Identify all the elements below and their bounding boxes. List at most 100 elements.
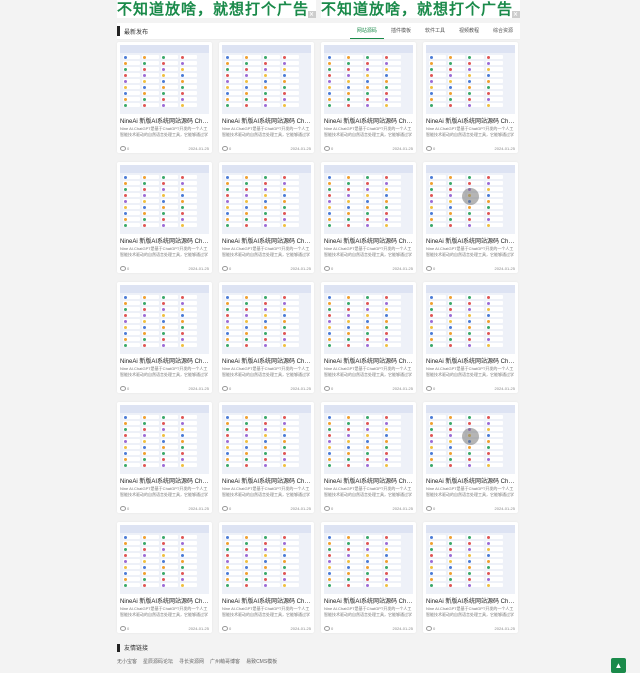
post-card[interactable]: NineAi 新版AI系统网站源码 ChatGPTNine AI.ChatGPT… — [117, 42, 212, 153]
thumbnail-dot — [226, 415, 229, 419]
post-thumbnail[interactable] — [120, 165, 209, 234]
thumbnail-dot — [283, 421, 286, 425]
post-card[interactable]: NineAi 新版AI系统网站源码 ChatGPTNine AI.ChatGPT… — [423, 42, 518, 153]
friend-link[interactable]: 易致CMS模板 — [246, 658, 277, 665]
play-icon[interactable] — [462, 428, 479, 445]
post-thumbnail[interactable] — [426, 525, 515, 594]
post-thumbnail[interactable] — [426, 405, 515, 474]
thumbnail-cell — [161, 181, 178, 185]
thumbnail-dot — [264, 463, 267, 467]
ad-banner[interactable]: 不知道放啥，就想打个广告 × — [117, 0, 316, 18]
view-count-value: 0 — [229, 386, 232, 391]
thumbnail-cell — [448, 559, 465, 563]
post-thumbnail[interactable] — [324, 405, 413, 474]
post-card[interactable]: NineAi 新版AI系统网站源码 ChatGPTNine AI.ChatGPT… — [321, 282, 416, 393]
post-title[interactable]: NineAi 新版AI系统网站源码 ChatGPT — [120, 356, 209, 365]
post-thumbnail[interactable] — [120, 525, 209, 594]
post-card[interactable]: NineAi 新版AI系统网站源码 ChatGPTNine AI.ChatGPT… — [219, 282, 314, 393]
thumbnail-dot — [487, 91, 490, 95]
post-card[interactable]: NineAi 新版AI系统网站源码 ChatGPTNine AI.ChatGPT… — [423, 282, 518, 393]
post-title[interactable]: NineAi 新版AI系统网站源码 ChatGPT — [120, 476, 209, 485]
thumbnail-dot — [347, 313, 350, 317]
post-title[interactable]: NineAi 新版AI系统网站源码 ChatGPT — [426, 236, 515, 245]
post-title[interactable]: NineAi 新版AI系统网站源码 ChatGPT — [324, 476, 413, 485]
friend-link[interactable]: 寻长资源网 — [179, 658, 204, 665]
post-title[interactable]: NineAi 新版AI系统网站源码 ChatGPT — [222, 116, 311, 125]
post-thumbnail[interactable] — [222, 45, 311, 114]
thumbnail-dot — [181, 175, 184, 179]
post-card[interactable]: NineAi 新版AI系统网站源码 ChatGPTNine AI.ChatGPT… — [219, 42, 314, 153]
thumbnail-cell — [365, 571, 382, 575]
ad-banner[interactable]: 不知道放啥，就想打个广告 × — [321, 0, 520, 18]
post-thumbnail[interactable] — [324, 165, 413, 234]
tab-misc[interactable]: 综合资源 — [486, 23, 520, 39]
post-title[interactable]: NineAi 新版AI系统网站源码 ChatGPT — [222, 476, 311, 485]
post-thumbnail[interactable] — [120, 45, 209, 114]
post-card[interactable]: NineAi 新版AI系统网站源码 ChatGPTNine AI.ChatGPT… — [321, 402, 416, 513]
post-title[interactable]: NineAi 新版AI系统网站源码 ChatGPT — [324, 596, 413, 605]
post-card[interactable]: NineAi 新版AI系统网站源码 ChatGPTNine AI.ChatGPT… — [117, 282, 212, 393]
post-card[interactable]: NineAi 新版AI系统网站源码 ChatGPTNine AI.ChatGPT… — [219, 162, 314, 273]
post-thumbnail[interactable] — [324, 45, 413, 114]
post-card[interactable]: NineAi 新版AI系统网站源码 ChatGPTNine AI.ChatGPT… — [423, 522, 518, 633]
tab-source[interactable]: 网站源码 — [349, 23, 384, 39]
close-icon[interactable]: × — [308, 11, 316, 18]
post-title[interactable]: NineAi 新版AI系统网站源码 ChatGPT — [120, 596, 209, 605]
thumbnail-cell — [161, 463, 178, 467]
friend-link[interactable]: 星辰源码论坛 — [143, 658, 173, 665]
thumbnail-dot — [143, 91, 146, 95]
post-title[interactable]: NineAi 新版AI系统网站源码 ChatGPT — [222, 596, 311, 605]
post-title[interactable]: NineAi 新版AI系统网站源码 ChatGPT — [324, 236, 413, 245]
post-card[interactable]: NineAi 新版AI系统网站源码 ChatGPTNine AI.ChatGPT… — [117, 402, 212, 513]
post-title[interactable]: NineAi 新版AI系统网站源码 ChatGPT — [120, 236, 209, 245]
post-card[interactable]: NineAi 新版AI系统网站源码 ChatGPTNine AI.ChatGPT… — [117, 162, 212, 273]
post-card[interactable]: NineAi 新版AI系统网站源码 ChatGPTNine AI.ChatGPT… — [423, 402, 518, 513]
post-title[interactable]: NineAi 新版AI系统网站源码 ChatGPT — [426, 476, 515, 485]
thumbnail-row — [222, 449, 311, 455]
thumbnail-dot — [181, 85, 184, 89]
tab-videos[interactable]: 视频教程 — [452, 23, 486, 39]
post-card[interactable]: NineAi 新版AI系统网站源码 ChatGPTNine AI.ChatGPT… — [117, 522, 212, 633]
post-card[interactable]: NineAi 新版AI系统网站源码 ChatGPTNine AI.ChatGPT… — [321, 162, 416, 273]
thumbnail-cell — [123, 319, 140, 323]
arrow-up-icon[interactable]: ▲ — [611, 658, 626, 673]
friend-link[interactable]: 广州萌哥博客 — [210, 658, 240, 665]
thumbnail-cell — [123, 223, 140, 227]
play-icon[interactable] — [462, 188, 479, 205]
post-thumbnail[interactable] — [324, 285, 413, 354]
post-thumbnail[interactable] — [426, 165, 515, 234]
post-thumbnail[interactable] — [222, 525, 311, 594]
thumbnail-row — [120, 95, 209, 101]
friend-link[interactable]: 无小宝客 — [117, 658, 137, 665]
post-thumbnail[interactable] — [222, 165, 311, 234]
post-title[interactable]: NineAi 新版AI系统网站源码 ChatGPT — [426, 116, 515, 125]
tab-tools[interactable]: 软件工具 — [418, 23, 452, 39]
post-title[interactable]: NineAi 新版AI系统网站源码 ChatGPT — [426, 596, 515, 605]
post-card[interactable]: NineAi 新版AI系统网站源码 ChatGPTNine AI.ChatGPT… — [423, 162, 518, 273]
post-thumbnail[interactable] — [222, 405, 311, 474]
post-title[interactable]: NineAi 新版AI系统网站源码 ChatGPT — [324, 356, 413, 365]
post-thumbnail[interactable] — [120, 405, 209, 474]
thumbnail-cell — [282, 439, 299, 443]
post-card[interactable]: NineAi 新版AI系统网站源码 ChatGPTNine AI.ChatGPT… — [321, 42, 416, 153]
close-icon[interactable]: × — [512, 11, 520, 18]
tab-plugins[interactable]: 插件模板 — [384, 23, 418, 39]
thumbnail-dot — [449, 421, 452, 425]
post-thumbnail[interactable] — [426, 45, 515, 114]
post-title[interactable]: NineAi 新版AI系统网站源码 ChatGPT — [120, 116, 209, 125]
post-card[interactable]: NineAi 新版AI系统网站源码 ChatGPTNine AI.ChatGPT… — [321, 522, 416, 633]
thumbnail-cell — [244, 73, 261, 77]
post-title[interactable]: NineAi 新版AI系统网站源码 ChatGPT — [222, 236, 311, 245]
post-thumbnail[interactable] — [120, 285, 209, 354]
thumbnail-cell — [263, 67, 280, 71]
post-thumbnail[interactable] — [324, 525, 413, 594]
post-title[interactable]: NineAi 新版AI系统网站源码 ChatGPT — [222, 356, 311, 365]
post-title[interactable]: NineAi 新版AI系统网站源码 ChatGPT — [426, 356, 515, 365]
post-thumbnail[interactable] — [426, 285, 515, 354]
post-title[interactable]: NineAi 新版AI系统网站源码 ChatGPT — [324, 116, 413, 125]
post-card[interactable]: NineAi 新版AI系统网站源码 ChatGPTNine AI.ChatGPT… — [219, 522, 314, 633]
thumbnail-dot — [468, 205, 471, 209]
friend-links: 无小宝客 星辰源码论坛 寻长资源网 广州萌哥博客 易致CMS模板 — [117, 658, 277, 665]
post-thumbnail[interactable] — [222, 285, 311, 354]
post-card[interactable]: NineAi 新版AI系统网站源码 ChatGPTNine AI.ChatGPT… — [219, 402, 314, 513]
